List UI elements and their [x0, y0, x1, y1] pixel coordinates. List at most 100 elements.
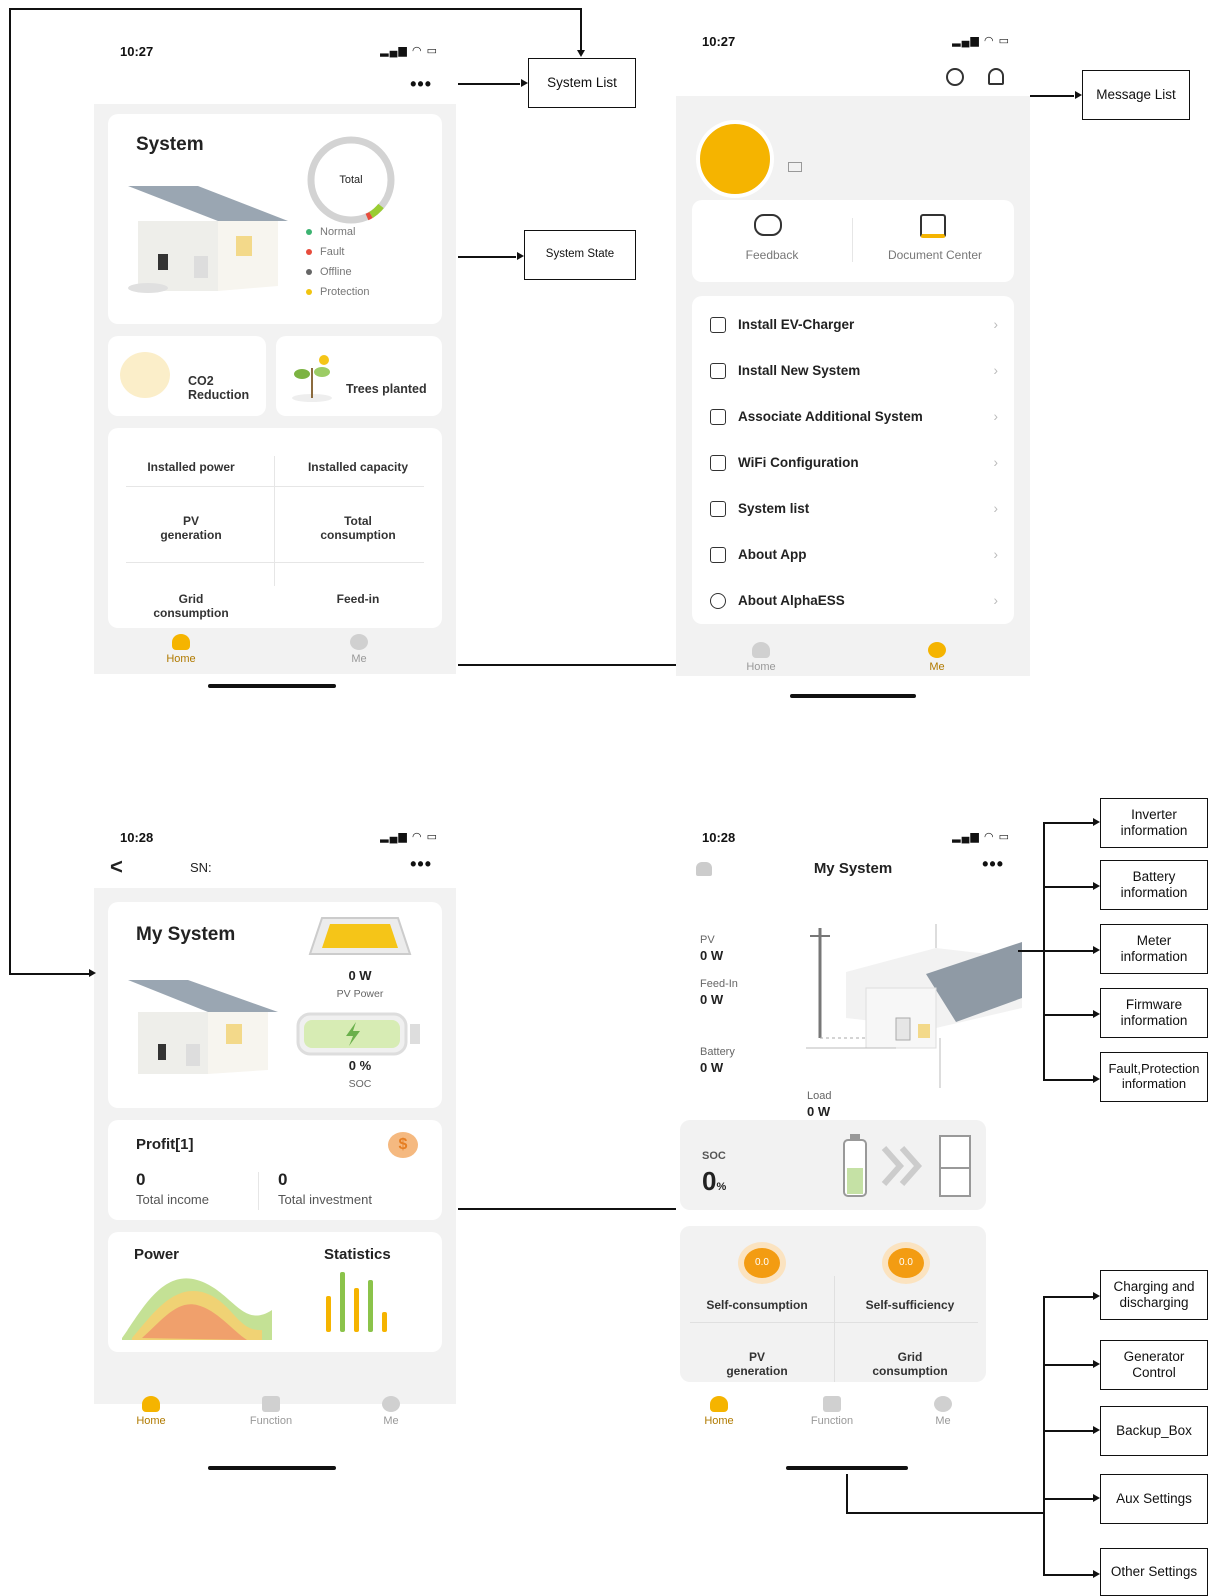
- function-icon: [823, 1396, 841, 1412]
- me-icon: [934, 1396, 952, 1412]
- tab-home[interactable]: Home: [156, 634, 206, 665]
- home-indicator: [208, 684, 336, 688]
- pv-generation-label: PV generation: [726, 1350, 788, 1378]
- pv-power-label: PV Power: [336, 988, 384, 1000]
- tab-function[interactable]: Function: [236, 1396, 306, 1427]
- solar-panel-icon: [308, 917, 412, 955]
- legend-offline: Offline: [306, 262, 370, 282]
- more-menu-button[interactable]: •••: [982, 854, 1004, 875]
- back-button[interactable]: <: [110, 854, 123, 880]
- statistics-link[interactable]: Statistics: [324, 1246, 391, 1263]
- donut-label: Total: [339, 174, 363, 186]
- stat-grid-consumption: Grid consumption: [153, 592, 229, 620]
- my-system-card[interactable]: My System 0 W PV Power 0 % SOC: [108, 902, 442, 1108]
- coin-icon: $: [388, 1132, 418, 1158]
- battery-icon: [296, 1012, 420, 1056]
- document-icon: [920, 214, 946, 238]
- self-consumption-gauge: 0.0: [738, 1242, 786, 1284]
- menu-associate-system[interactable]: Associate Additional System ›: [692, 394, 1014, 439]
- install-icon: [710, 362, 726, 379]
- trees-card: Trees planted: [276, 336, 442, 416]
- annotation-generator-control: Generator Control: [1100, 1340, 1208, 1390]
- about-app-icon: [710, 546, 726, 563]
- pv-label: PV: [700, 934, 715, 946]
- total-income-label: Total income: [136, 1192, 209, 1207]
- tab-home[interactable]: Home: [126, 1396, 176, 1427]
- stat-total-consumption: Total consumption: [320, 514, 396, 542]
- menu-install-ev-charger[interactable]: Install EV-Charger ›: [692, 302, 1014, 347]
- car-icon: [120, 352, 170, 398]
- menu-wifi-configuration[interactable]: WiFi Configuration ›: [692, 440, 1014, 485]
- status-time: 10:28: [120, 830, 154, 845]
- stat-pv-generation: PV generation: [160, 514, 222, 542]
- system-card[interactable]: System Total Normal Fault Offline Protec…: [108, 114, 442, 324]
- battery-label: Battery: [700, 1046, 735, 1058]
- quick-actions-card: Feedback Document Center: [692, 200, 1014, 282]
- statistics-bars-icon: [326, 1272, 387, 1332]
- soc-card[interactable]: SOC 0%: [680, 1120, 986, 1210]
- tab-function[interactable]: Function: [798, 1396, 866, 1427]
- about-alphaess-icon: [710, 592, 726, 609]
- profit-card[interactable]: Profit[1] $ 0 Total income 0 Total inves…: [108, 1120, 442, 1220]
- system-title: System: [136, 134, 204, 155]
- feedin-label: Feed-In: [700, 978, 738, 990]
- power-statistics-card: Power Statistics: [108, 1232, 442, 1352]
- home-indicator: [790, 694, 916, 698]
- home-icon: [172, 634, 190, 650]
- associate-icon: [710, 408, 726, 425]
- feedin-value: 0 W: [700, 992, 724, 1007]
- avatar[interactable]: [696, 120, 774, 198]
- self-ratio-card: 0.0 0.0 Self-consumption Self-sufficienc…: [680, 1226, 986, 1382]
- status-icons: ▂▄▆ ◠ ▭: [952, 35, 1010, 47]
- grid-consumption-label: Grid consumption: [872, 1350, 948, 1378]
- me-icon: [382, 1396, 400, 1412]
- battery-value: 0 W: [700, 1060, 724, 1075]
- tab-me[interactable]: Me: [918, 1396, 968, 1427]
- menu-about-app[interactable]: About App ›: [692, 532, 1014, 577]
- more-menu-button[interactable]: •••: [410, 74, 432, 95]
- energy-flow-illustration: [806, 924, 1022, 1088]
- stat-feed-in: Feed-in: [336, 592, 380, 606]
- power-curve-icon: [122, 1278, 272, 1340]
- gear-icon[interactable]: [946, 68, 964, 86]
- stats-card: Installed power Installed capacity PV ge…: [108, 428, 442, 628]
- legend-fault: Fault: [306, 242, 370, 262]
- soc-value: 0%: [702, 1166, 727, 1196]
- annotation-firmware-info: Firmware information: [1100, 988, 1208, 1038]
- diagram-canvas: 10:27 ▂▄▆ ◠ ▭ ••• System Total Normal Fa…: [0, 0, 1208, 1596]
- screen-me: 10:27 ▂▄▆ ◠ ▭ Feedback Document Center I…: [676, 24, 1030, 710]
- tab-home[interactable]: Home: [694, 1396, 744, 1427]
- status-time: 10:27: [702, 34, 736, 49]
- power-link[interactable]: Power: [134, 1246, 179, 1263]
- tab-me[interactable]: Me: [912, 642, 962, 673]
- me-icon: [928, 642, 946, 658]
- more-menu-button[interactable]: •••: [410, 854, 432, 875]
- battery-flow-icon: [843, 1134, 971, 1197]
- annotation-charging-discharging: Charging and discharging: [1100, 1270, 1208, 1320]
- self-sufficiency-gauge: 0.0: [882, 1242, 930, 1284]
- co2-card: CO2 Reduction: [108, 336, 266, 416]
- stat-installed-capacity: Installed capacity: [307, 460, 409, 474]
- co2-label: CO2 Reduction: [188, 374, 250, 402]
- house-illustration: [128, 186, 288, 293]
- feedback-button[interactable]: Feedback: [712, 248, 832, 262]
- status-time: 10:28: [702, 830, 736, 845]
- home-icon: [142, 1396, 160, 1412]
- menu-about-alphaess[interactable]: About AlphaESS ›: [692, 578, 1014, 623]
- document-center-button[interactable]: Document Center: [862, 248, 1008, 262]
- tab-me[interactable]: Me: [366, 1396, 416, 1427]
- tab-home[interactable]: Home: [736, 642, 786, 673]
- screen-home: 10:27 ▂▄▆ ◠ ▭ ••• System Total Normal Fa…: [94, 30, 456, 710]
- tab-me[interactable]: Me: [334, 634, 384, 665]
- total-investment-label: Total investment: [278, 1192, 372, 1207]
- list-icon: [710, 500, 726, 517]
- self-consumption-label: Self-consumption: [706, 1298, 808, 1312]
- menu-system-list[interactable]: System list ›: [692, 486, 1014, 531]
- function-icon: [262, 1396, 280, 1412]
- mail-icon: [788, 162, 802, 172]
- stat-installed-power: Installed power: [147, 460, 235, 474]
- bell-icon[interactable]: [988, 68, 1004, 85]
- status-icons: ▂▄▆ ◠ ▭: [952, 831, 1010, 843]
- menu-install-new-system[interactable]: Install New System ›: [692, 348, 1014, 393]
- me-icon: [350, 634, 368, 650]
